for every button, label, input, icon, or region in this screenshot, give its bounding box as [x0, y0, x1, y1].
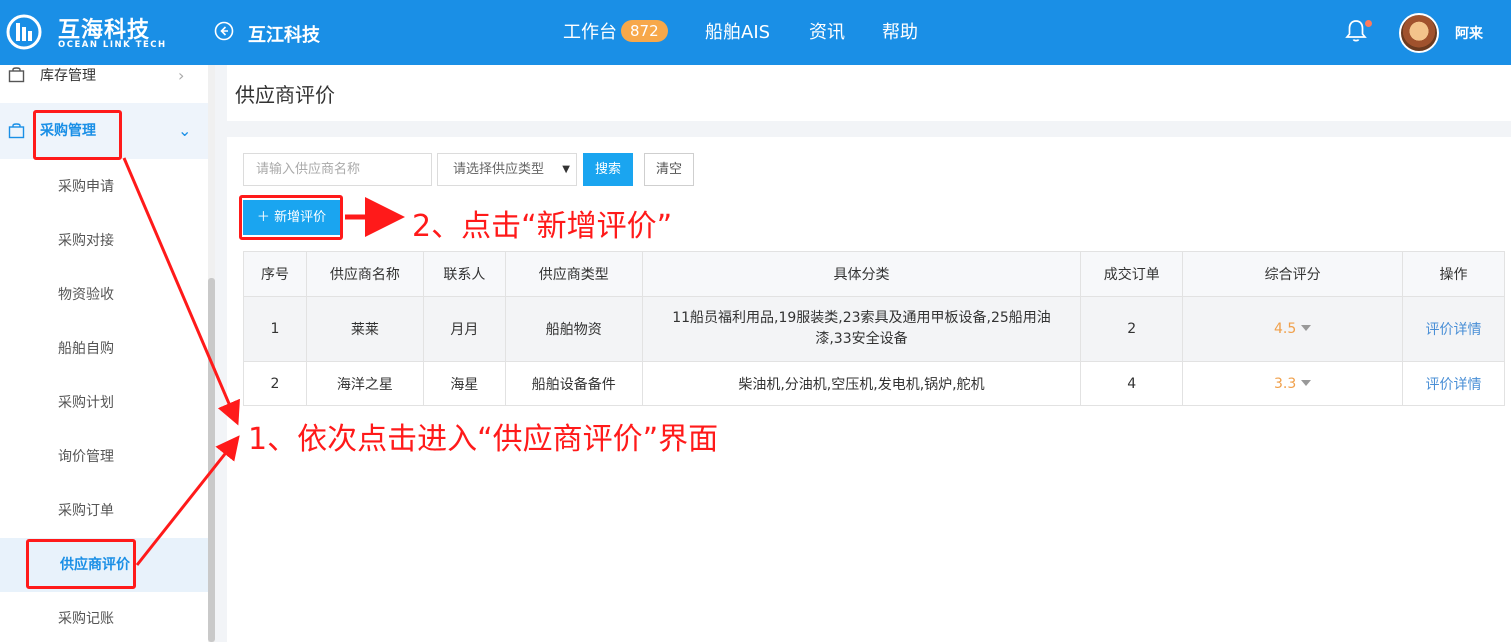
notification-dot	[1365, 20, 1372, 27]
annotation-box-add-evaluation	[239, 195, 343, 240]
clear-button[interactable]: 清空	[644, 153, 694, 186]
score-value: 3.3	[1273, 375, 1297, 392]
annotation-step1-text: 1、依次点击进入“供应商评价”界面	[248, 422, 719, 457]
cell-supplier-name: 莱莱	[305, 296, 424, 362]
column-header: 序号	[243, 251, 307, 297]
table-row[interactable]: 2 海洋之星 海星 船舶设备备件 柴油机,分油机,空压机,发电机,锅炉,舵机 4…	[243, 361, 1505, 406]
cell-score[interactable]: 4.5	[1182, 296, 1404, 362]
cell-supplier-type: 船舶物资	[504, 296, 643, 362]
cell-action: 评价详情	[1402, 361, 1505, 406]
column-header: 联系人	[422, 251, 506, 297]
sidebar-item-label: 库存管理	[40, 68, 96, 84]
supplier-type-select[interactable]: 请选择供应类型 ▼	[437, 153, 577, 186]
category-line: 11船员福利用品,19服装类,23索具及通用甲板设备,25船用油	[672, 310, 1051, 326]
sidebar-item-goods-acceptance[interactable]: 物资验收	[0, 268, 208, 322]
column-header: 操作	[1402, 251, 1505, 297]
nav-ship-ais[interactable]: 船舶AIS	[705, 0, 770, 65]
sidebar-item-inventory[interactable]: 库存管理 ›	[0, 64, 208, 88]
sidebar-item-purchase-accounting[interactable]: 采购记账	[0, 592, 208, 642]
evaluation-detail-link[interactable]: 评价详情	[1426, 322, 1482, 338]
sidebar-item-purchase-plan[interactable]: 采购计划	[0, 376, 208, 430]
page-title: 供应商评价	[235, 83, 335, 107]
top-nav-bar: 互海科技 OCEAN LINK TECH 互江科技 工作台 872 船舶AIS 资…	[0, 0, 1511, 65]
logo-mark-icon	[6, 14, 42, 50]
nav-workbench[interactable]: 工作台 872	[563, 0, 668, 65]
caret-down-icon: ▼	[562, 164, 570, 175]
column-header: 综合评分	[1182, 251, 1404, 297]
sidebar-item-purchase-request[interactable]: 采购申请	[0, 160, 208, 214]
cell-orders: 2	[1080, 296, 1184, 362]
cell-supplier-name: 海洋之星	[305, 361, 424, 406]
select-placeholder: 请选择供应类型	[453, 162, 545, 177]
annotation-step2-text: 2、点击“新增评价”	[412, 209, 673, 244]
sidebar-item-purchase-matching[interactable]: 采购对接	[0, 214, 208, 268]
chevron-down-icon: ⌄	[178, 121, 192, 140]
evaluation-detail-link[interactable]: 评价详情	[1426, 377, 1482, 393]
cell-category: 柴油机,分油机,空压机,发电机,锅炉,舵机	[641, 361, 1082, 406]
avatar[interactable]	[1399, 13, 1439, 53]
caret-down-icon	[1301, 325, 1312, 331]
annotation-box-purchase	[33, 110, 122, 160]
app-logo[interactable]: 互海科技 OCEAN LINK TECH	[6, 10, 166, 56]
sidebar-item-ship-self-purchase[interactable]: 船舶自购	[0, 322, 208, 376]
cell-supplier-type: 船舶设备备件	[504, 361, 643, 406]
sidebar-item-inquiry[interactable]: 询价管理	[0, 430, 208, 484]
cell-no: 2	[243, 361, 307, 406]
cell-score[interactable]: 3.3	[1182, 361, 1404, 406]
cell-orders: 4	[1080, 361, 1184, 406]
category-line: 漆,33安全设备	[815, 331, 908, 347]
company-name[interactable]: 互江科技	[248, 21, 320, 47]
nav-help[interactable]: 帮助	[882, 0, 918, 65]
table-row[interactable]: 1 莱莱 月月 船舶物资 11船员福利用品,19服装类,23索具及通用甲板设备,…	[243, 296, 1505, 362]
chevron-right-icon: ›	[178, 66, 185, 85]
sidebar-scrollbar-thumb[interactable]	[208, 278, 215, 642]
nav-news[interactable]: 资讯	[809, 0, 845, 65]
shopping-bag-icon	[8, 123, 25, 139]
column-header: 成交订单	[1080, 251, 1184, 297]
annotation-box-supplier-evaluation	[26, 539, 136, 589]
caret-down-icon	[1301, 379, 1312, 386]
column-header: 供应商名称	[305, 251, 424, 297]
column-header: 具体分类	[641, 251, 1082, 297]
cell-no: 1	[243, 296, 307, 362]
shopping-bag-icon	[8, 67, 25, 83]
back-circle-icon[interactable]	[214, 21, 234, 41]
username[interactable]: 阿来	[1455, 23, 1483, 43]
nav-workbench-label: 工作台	[563, 22, 617, 43]
cell-action: 评价详情	[1402, 296, 1505, 362]
cell-contact: 海星	[422, 361, 506, 406]
supplier-name-search-input[interactable]: 请输入供应商名称	[243, 153, 432, 186]
sidebar-item-purchase-order[interactable]: 采购订单	[0, 484, 208, 538]
score-value: 4.5	[1273, 321, 1297, 337]
search-button[interactable]: 搜索	[583, 153, 633, 186]
table-header-row: 序号 供应商名称 联系人 供应商类型 具体分类 成交订单 综合评分 操作	[243, 251, 1505, 297]
cell-contact: 月月	[422, 296, 506, 362]
page-title-bar: 供应商评价	[227, 65, 1511, 121]
supplier-evaluation-table: 序号 供应商名称 联系人 供应商类型 具体分类 成交订单 综合评分 操作 1 莱…	[243, 251, 1505, 406]
workbench-count-badge: 872	[621, 20, 668, 42]
cell-category: 11船员福利用品,19服装类,23索具及通用甲板设备,25船用油 漆,33安全设…	[641, 296, 1082, 362]
logo-subtext: OCEAN LINK TECH	[58, 40, 167, 50]
column-header: 供应商类型	[504, 251, 643, 297]
